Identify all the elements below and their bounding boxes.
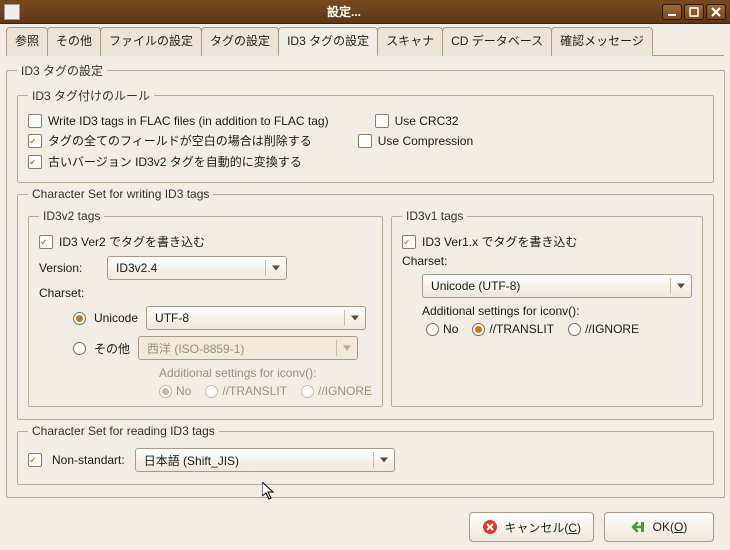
label-v2-version: Version: bbox=[39, 261, 99, 275]
select-read-charset-value: 日本語 (Shift_JIS) bbox=[144, 452, 239, 469]
select-v2-other-charset: 西洋 (ISO-8859-1) bbox=[138, 336, 358, 360]
label-nonstandard: Non-standart: bbox=[52, 453, 125, 467]
tab-file-settings[interactable]: ファイルの設定 bbox=[100, 27, 202, 56]
label-v2-iconv-ignore: //IGNORE bbox=[318, 384, 372, 398]
checkbox-v2-enable[interactable] bbox=[39, 235, 53, 249]
ok-button-label: OK(O) bbox=[653, 520, 688, 534]
select-read-charset[interactable]: 日本語 (Shift_JIS) bbox=[135, 448, 395, 472]
label-v2-iconv: Additional settings for iconv(): bbox=[159, 366, 372, 380]
cancel-icon bbox=[482, 519, 498, 535]
label-v2-iconv-translit: //TRANSLIT bbox=[222, 384, 287, 398]
radio-v2-other[interactable] bbox=[73, 342, 86, 355]
checkbox-auto-convert-old-v2[interactable] bbox=[28, 155, 42, 169]
ok-button[interactable]: OK(O) bbox=[604, 512, 714, 542]
checkbox-nonstandard[interactable] bbox=[28, 453, 42, 467]
label-auto-convert-old-v2: 古いバージョン ID3v2 タグを自動的に変換する bbox=[48, 153, 302, 170]
group-read-charset-label: Character Set for reading ID3 tags bbox=[28, 424, 219, 438]
group-id3v2-label: ID3v2 tags bbox=[39, 209, 104, 223]
label-v2-enable: ID3 Ver2 でタグを書き込む bbox=[59, 233, 205, 250]
radio-v1-iconv-ignore[interactable] bbox=[568, 323, 581, 336]
tab-id3-settings[interactable]: ID3 タグの設定 bbox=[278, 27, 378, 56]
checkbox-use-compression[interactable] bbox=[358, 134, 372, 148]
radio-v1-iconv-no[interactable] bbox=[426, 323, 439, 336]
group-id3-rules-label: ID3 タグ付けのルール bbox=[28, 87, 154, 104]
window-title: 設定... bbox=[26, 3, 662, 20]
tab-browse[interactable]: 参照 bbox=[6, 27, 48, 56]
app-icon bbox=[4, 4, 20, 20]
checkbox-strip-empty[interactable] bbox=[28, 134, 42, 148]
select-v2-unicode-charset[interactable]: UTF-8 bbox=[146, 306, 366, 330]
group-id3-settings: ID3 タグの設定 ID3 タグ付けのルール Write ID3 tags in… bbox=[6, 62, 725, 498]
select-v2-version[interactable]: ID3v2.4 bbox=[107, 256, 287, 280]
select-v1-charset-value: Unicode (UTF-8) bbox=[431, 279, 520, 293]
cancel-button[interactable]: キャンセル(C) bbox=[469, 512, 594, 542]
checkbox-write-flac[interactable] bbox=[28, 114, 42, 128]
tab-confirmation[interactable]: 確認メッセージ bbox=[551, 27, 653, 56]
label-v1-iconv-ignore: //IGNORE bbox=[585, 322, 639, 336]
select-v2-unicode-value: UTF-8 bbox=[155, 311, 189, 325]
group-id3v1-label: ID3v1 tags bbox=[402, 209, 467, 223]
group-id3v1: ID3v1 tags ID3 Ver1.x でタグを書き込む Charset: … bbox=[391, 209, 703, 407]
label-write-flac: Write ID3 tags in FLAC files (in additio… bbox=[48, 114, 329, 128]
tab-bar: 参照 その他 ファイルの設定 タグの設定 ID3 タグの設定 スキャナ CD デ… bbox=[6, 26, 724, 56]
close-button[interactable] bbox=[706, 4, 726, 20]
label-v1-iconv-translit: //TRANSLIT bbox=[489, 322, 554, 336]
select-v1-charset[interactable]: Unicode (UTF-8) bbox=[422, 274, 692, 298]
maximize-button[interactable] bbox=[684, 4, 704, 20]
checkbox-use-crc32[interactable] bbox=[375, 114, 389, 128]
label-v1-enable: ID3 Ver1.x でタグを書き込む bbox=[422, 233, 577, 250]
titlebar: 設定... bbox=[0, 0, 730, 24]
label-v2-other: その他 bbox=[94, 340, 130, 357]
tab-misc[interactable]: その他 bbox=[47, 27, 101, 56]
group-write-charset: Character Set for writing ID3 tags ID3v2… bbox=[17, 187, 714, 420]
select-v2-version-value: ID3v2.4 bbox=[116, 261, 157, 275]
radio-v2-unicode[interactable] bbox=[73, 312, 86, 325]
radio-v1-iconv-translit[interactable] bbox=[472, 323, 485, 336]
label-v2-unicode: Unicode bbox=[94, 311, 138, 325]
select-v2-other-value: 西洋 (ISO-8859-1) bbox=[147, 340, 244, 357]
radio-v2-iconv-ignore bbox=[301, 385, 314, 398]
radio-v2-iconv-translit bbox=[205, 385, 218, 398]
minimize-button[interactable] bbox=[662, 4, 682, 20]
tab-scanner[interactable]: スキャナ bbox=[377, 27, 443, 56]
ok-icon bbox=[631, 519, 647, 535]
label-strip-empty: タグの全てのフィールドが空白の場合は削除する bbox=[48, 132, 312, 149]
label-use-crc32: Use CRC32 bbox=[395, 114, 459, 128]
radio-v2-iconv-no bbox=[159, 385, 172, 398]
group-id3-rules: ID3 タグ付けのルール Write ID3 tags in FLAC file… bbox=[17, 87, 714, 183]
label-v2-iconv-no: No bbox=[176, 384, 191, 398]
label-v1-charset: Charset: bbox=[402, 254, 692, 268]
cancel-button-label: キャンセル(C) bbox=[504, 519, 581, 536]
label-v1-iconv: Additional settings for iconv(): bbox=[422, 304, 692, 318]
label-v2-charset: Charset: bbox=[39, 286, 372, 300]
tab-tag-settings[interactable]: タグの設定 bbox=[201, 27, 279, 56]
label-v1-iconv-no: No bbox=[443, 322, 458, 336]
checkbox-v1-enable[interactable] bbox=[402, 235, 416, 249]
group-id3v2: ID3v2 tags ID3 Ver2 でタグを書き込む Version: ID… bbox=[28, 209, 383, 407]
label-use-compression: Use Compression bbox=[378, 134, 473, 148]
group-write-charset-label: Character Set for writing ID3 tags bbox=[28, 187, 213, 201]
group-id3-settings-label: ID3 タグの設定 bbox=[17, 62, 107, 79]
group-read-charset: Character Set for reading ID3 tags Non-s… bbox=[17, 424, 714, 485]
tab-cddb[interactable]: CD データベース bbox=[442, 27, 552, 56]
